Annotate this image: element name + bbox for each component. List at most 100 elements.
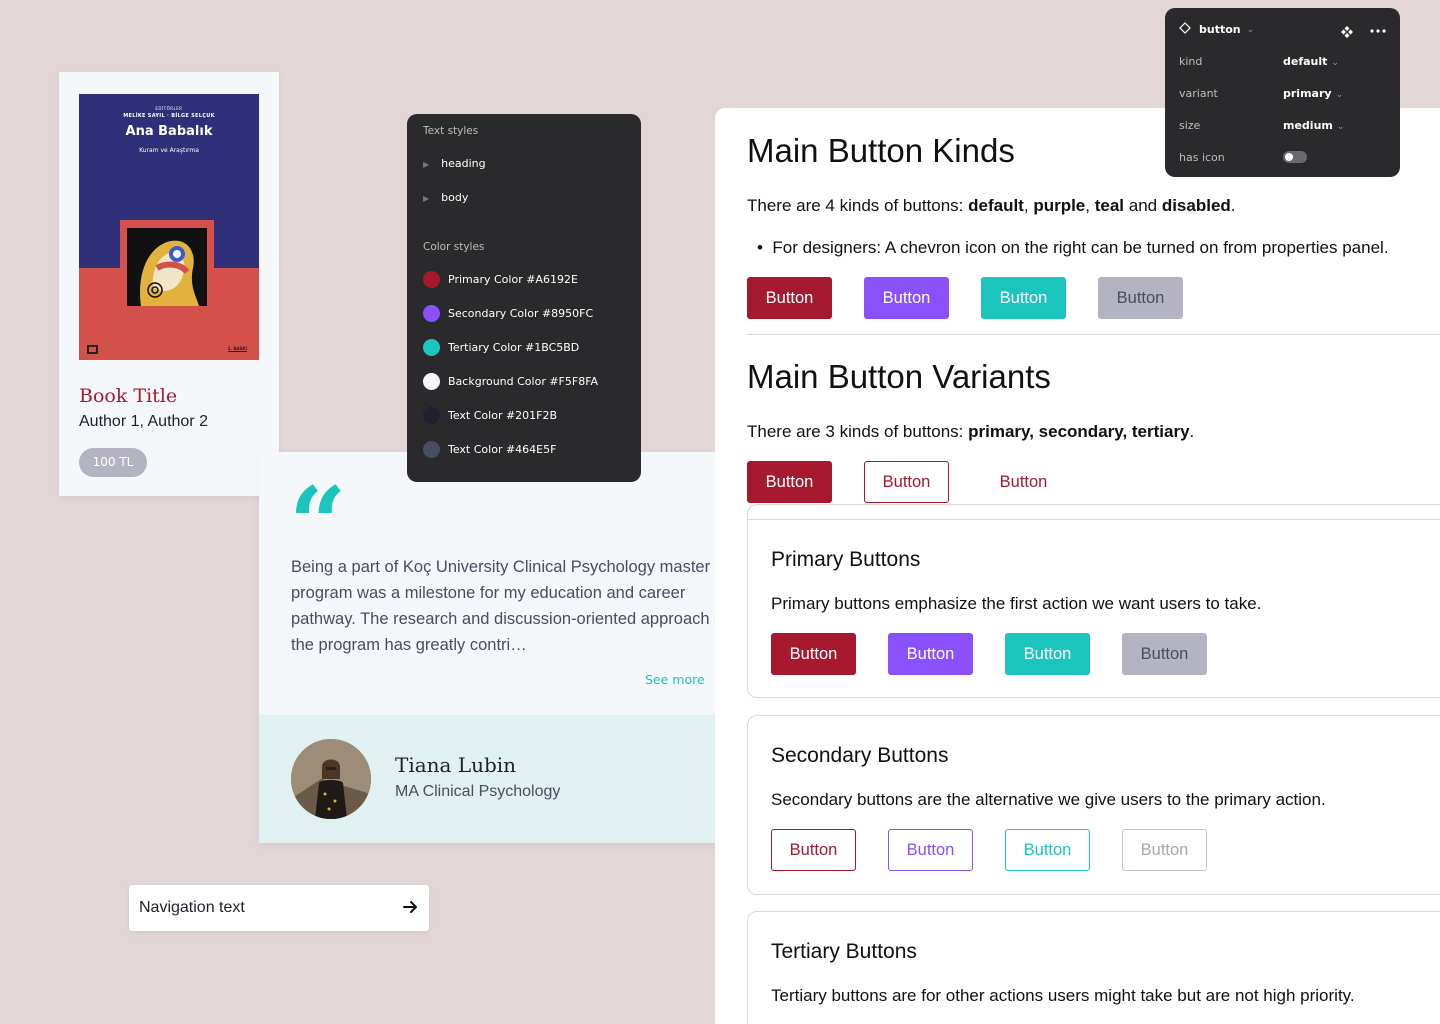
- color-swatch: [423, 339, 440, 356]
- properties-panel: button ⌄ kind default ⌄ variant primary ⌄ …: [1165, 8, 1400, 177]
- color-style-label: Primary Color #A6192E: [448, 273, 578, 286]
- prop-value: default: [1283, 55, 1328, 68]
- variants-intro: There are 3 kinds of buttons: primary, s…: [747, 422, 1195, 441]
- book-card[interactable]: EDİTÖRLER MELİKE SAYIL · BİLGE SELÇUK An…: [59, 72, 279, 496]
- color-style-text-dark[interactable]: Text Color #201F2B: [423, 407, 557, 424]
- arrow-right-icon: [401, 898, 419, 916]
- avatar: [291, 739, 371, 819]
- primary-title: Primary Buttons: [771, 548, 921, 571]
- testimonial-card: “ Being a part of Koç University Clinica…: [259, 452, 759, 843]
- color-style-label: Background Color #F5F8FA: [448, 375, 599, 388]
- primary-button-teal[interactable]: Button: [1005, 633, 1090, 675]
- kinds-and: and: [1124, 196, 1162, 215]
- styles-panel: Text styles ▶ heading ▶ body Color styles …: [407, 114, 641, 482]
- testimonial-author: Tiana Lubin MA Clinical Psychology: [259, 715, 759, 843]
- button-purple[interactable]: Button: [864, 277, 949, 319]
- component-diamond-icon: [1179, 22, 1191, 37]
- cover-illustration: [127, 228, 207, 306]
- secondary-button-teal[interactable]: Button: [1005, 829, 1090, 871]
- color-style-primary[interactable]: Primary Color #A6192E: [423, 271, 578, 288]
- chevron-down-icon: ⌄: [1246, 24, 1255, 35]
- prop-select-size[interactable]: medium ⌄: [1283, 119, 1344, 132]
- prop-label-has-icon: has icon: [1179, 151, 1225, 164]
- color-style-label: Text Color #464E5F: [448, 443, 557, 456]
- color-swatch: [423, 407, 440, 424]
- kinds-intro-text: There are 4 kinds of buttons:: [747, 196, 969, 215]
- color-style-label: Secondary Color #8950FC: [448, 307, 594, 320]
- divider: [747, 334, 1440, 335]
- component-instance-icon[interactable]: [1341, 23, 1353, 42]
- tertiary-buttons-section: [747, 911, 1440, 1024]
- text-style-label: heading: [441, 157, 486, 170]
- chevron-down-icon: ⌄: [1335, 90, 1344, 100]
- button-tertiary-variant[interactable]: Button: [981, 461, 1066, 503]
- color-styles-heading: Color styles: [423, 241, 485, 253]
- secondary-button-purple[interactable]: Button: [888, 829, 973, 871]
- text-style-body[interactable]: ▶ body: [423, 191, 468, 204]
- color-swatch: [423, 441, 440, 458]
- primary-button-disabled: Button: [1122, 633, 1207, 675]
- variants-list: primary, secondary, tertiary: [968, 422, 1190, 441]
- kind-purple: purple: [1033, 196, 1086, 215]
- see-more-label: See more: [645, 672, 705, 687]
- cover-title: Ana Babalık: [125, 124, 213, 139]
- author-role: MA Clinical Psychology: [395, 783, 561, 800]
- book-authors: Author 1, Author 2: [79, 413, 208, 430]
- edition-badge: 1. BASKI: [227, 346, 247, 352]
- color-style-tertiary[interactable]: Tertiary Color #1BC5BD: [423, 339, 579, 356]
- kinds-title: Main Button Kinds: [747, 132, 1015, 169]
- color-swatch: [423, 271, 440, 288]
- more-options-icon[interactable]: [1370, 22, 1386, 41]
- expand-caret-icon: ▶: [423, 160, 430, 169]
- text-styles-heading: Text styles: [423, 125, 479, 137]
- secondary-title: Secondary Buttons: [771, 744, 949, 767]
- cover-authors: MELİKE SAYIL · BİLGE SELÇUK: [123, 113, 215, 119]
- prop-value: medium: [1283, 119, 1333, 132]
- text-style-label: body: [441, 191, 469, 204]
- navigation-label: Navigation text: [139, 899, 245, 916]
- navigation-link[interactable]: Navigation text: [129, 885, 429, 931]
- kinds-bullet: • For designers: A chevron icon on the r…: [757, 238, 1389, 257]
- expand-caret-icon: ▶: [423, 194, 430, 203]
- testimonial-quote: Being a part of Koç University Clinical …: [291, 558, 728, 654]
- prop-select-variant[interactable]: primary ⌄: [1283, 87, 1343, 100]
- button-primary-variant[interactable]: Button: [747, 461, 832, 503]
- chevron-down-icon: ⌄: [1336, 122, 1345, 132]
- book-title[interactable]: Book Title: [79, 385, 177, 407]
- button-disabled: Button: [1098, 277, 1183, 319]
- primary-button-purple[interactable]: Button: [888, 633, 973, 675]
- see-more-link[interactable]: See more: [645, 672, 725, 688]
- button-teal[interactable]: Button: [981, 277, 1066, 319]
- publisher-logo: [87, 345, 98, 354]
- has-icon-toggle[interactable]: [1283, 151, 1307, 163]
- chevron-down-icon: ⌄: [1331, 58, 1339, 68]
- color-style-text-gray[interactable]: Text Color #464E5F: [423, 441, 556, 458]
- price-chip: 100 TL: [79, 448, 147, 477]
- kind-default: default: [968, 196, 1024, 215]
- tertiary-title: Tertiary Buttons: [771, 940, 917, 963]
- component-selector[interactable]: button ⌄: [1179, 22, 1254, 37]
- primary-button-default[interactable]: Button: [771, 633, 856, 675]
- secondary-button-disabled: Button: [1122, 829, 1207, 871]
- color-style-label: Tertiary Color #1BC5BD: [448, 341, 580, 354]
- color-swatch: [423, 373, 440, 390]
- kind-disabled: disabled: [1161, 196, 1231, 215]
- color-style-secondary[interactable]: Secondary Color #8950FC: [423, 305, 593, 322]
- variants-title: Main Button Variants: [747, 358, 1051, 395]
- kinds-bullet-text: For designers: A chevron icon on the rig…: [772, 238, 1389, 257]
- tertiary-description: Tertiary buttons are for other actions u…: [771, 986, 1355, 1005]
- button-default[interactable]: Button: [747, 277, 832, 319]
- author-name: Tiana Lubin: [395, 753, 517, 777]
- secondary-button-default[interactable]: Button: [771, 829, 856, 871]
- text-style-heading[interactable]: ▶ heading: [423, 157, 486, 170]
- secondary-description: Secondary buttons are the alternative we…: [771, 790, 1326, 809]
- prop-label-size: size: [1179, 119, 1201, 132]
- component-name: button: [1199, 23, 1241, 36]
- variants-intro-text: There are 3 kinds of buttons:: [747, 422, 969, 441]
- button-secondary-variant[interactable]: Button: [864, 461, 949, 503]
- kinds-intro: There are 4 kinds of buttons: default, p…: [747, 196, 1236, 215]
- color-style-background[interactable]: Background Color #F5F8FA: [423, 373, 598, 390]
- prop-select-kind[interactable]: default ⌄: [1283, 55, 1339, 68]
- cover-editors: EDİTÖRLER: [155, 106, 183, 111]
- primary-description: Primary buttons emphasize the first acti…: [771, 594, 1262, 613]
